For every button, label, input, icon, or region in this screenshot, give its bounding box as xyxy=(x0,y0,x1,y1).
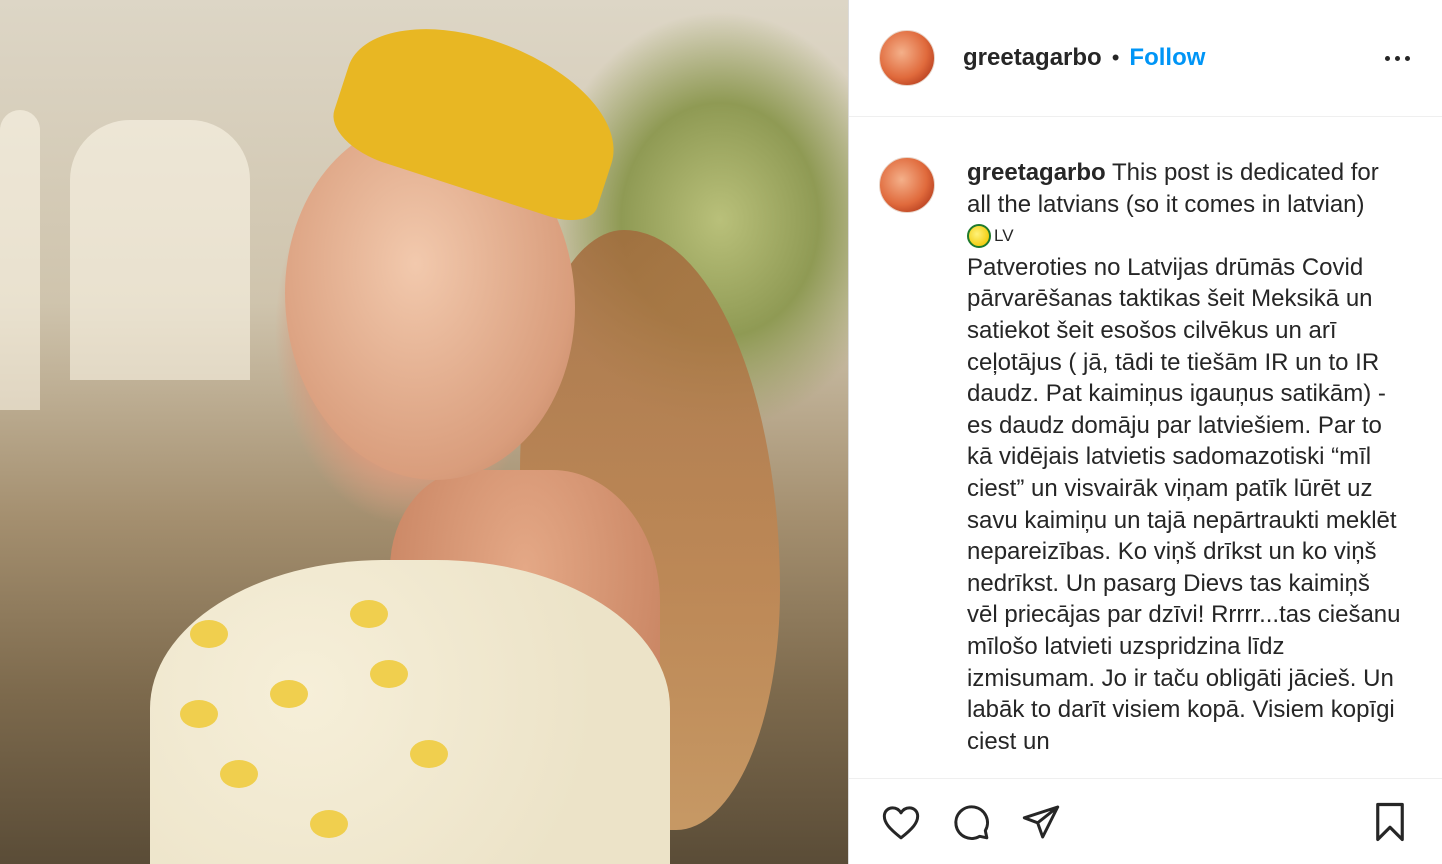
post-sidebar: greetagarbo • Follow greetagarbo This po… xyxy=(848,0,1442,864)
lemon-icon xyxy=(967,223,991,248)
follow-button[interactable]: Follow xyxy=(1129,44,1205,72)
heart-icon[interactable] xyxy=(879,800,923,844)
author-avatar[interactable] xyxy=(879,30,935,86)
caption-avatar[interactable] xyxy=(879,157,935,213)
action-bar xyxy=(849,778,1442,864)
post-header: greetagarbo • Follow xyxy=(849,0,1442,117)
share-icon[interactable] xyxy=(1019,800,1063,844)
more-options-icon[interactable] xyxy=(1381,48,1414,69)
author-username[interactable]: greetagarbo xyxy=(963,44,1102,72)
bookmark-icon[interactable] xyxy=(1368,800,1412,844)
caption-username[interactable]: greetagarbo xyxy=(967,159,1106,186)
background-arch xyxy=(70,120,250,380)
caption-body: Patveroties no Latvijas drūmās Covid pār… xyxy=(967,253,1401,755)
post-caption: greetagarbo This post is dedicated for a… xyxy=(967,157,1407,778)
post-photo[interactable] xyxy=(0,0,848,864)
comment-icon[interactable] xyxy=(949,800,993,844)
separator-dot: • xyxy=(1111,45,1120,70)
flag-code: LV xyxy=(994,226,1014,246)
instagram-post: greetagarbo • Follow greetagarbo This po… xyxy=(0,0,1442,864)
flag-line: LV xyxy=(967,220,1407,252)
comments-area[interactable]: greetagarbo This post is dedicated for a… xyxy=(849,117,1442,778)
background-arch xyxy=(0,110,40,410)
photo-dress xyxy=(150,560,670,864)
